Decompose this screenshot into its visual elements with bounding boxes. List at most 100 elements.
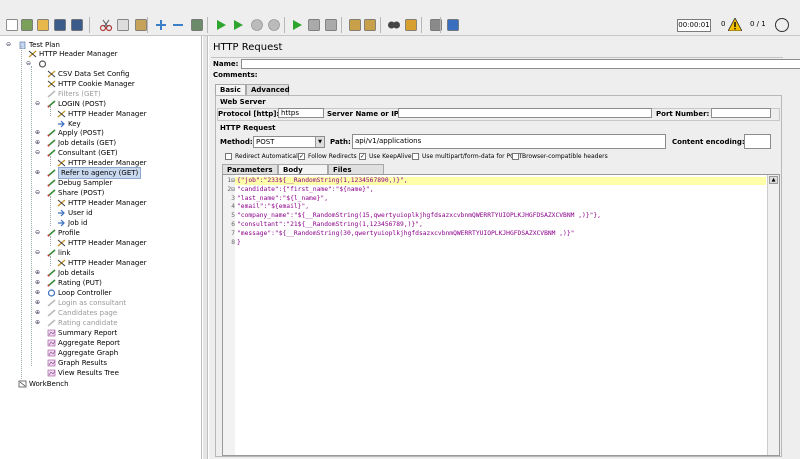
clear-icon[interactable] — [348, 18, 362, 32]
tree-node-label: Consultant (GET) — [58, 149, 118, 157]
start-icon[interactable] — [214, 18, 228, 32]
tree-node-label: HTTP Header Manager — [68, 239, 147, 247]
copy-icon[interactable] — [116, 18, 130, 32]
pencil-dis-icon — [47, 319, 56, 327]
collapse-toggle-icon[interactable]: ⊖ — [6, 40, 11, 50]
expand-toggle-icon[interactable]: ⊕ — [35, 138, 40, 148]
web-server-title: Web Server — [220, 98, 266, 106]
pencil-icon — [47, 279, 56, 287]
code-line[interactable]: } — [237, 239, 241, 247]
stop-icon[interactable] — [250, 18, 264, 32]
expand-toggle-icon[interactable]: ⊕ — [35, 278, 40, 288]
start-no-pause-icon[interactable] — [231, 18, 245, 32]
expand-toggle-icon[interactable]: ⊕ — [35, 168, 40, 178]
toolbar-separator — [421, 17, 422, 33]
remote-start-icon[interactable] — [290, 18, 304, 32]
save-as-icon[interactable] — [70, 18, 84, 32]
pencil-icon — [47, 169, 56, 177]
elapsed-timer: 00:00:01 — [677, 19, 711, 32]
collapse-toggle-icon[interactable]: ⊖ — [35, 148, 40, 158]
collapse-icon[interactable] — [171, 18, 185, 32]
collapse-toggle-icon[interactable]: ⊖ — [35, 228, 40, 238]
name-field[interactable] — [241, 59, 800, 69]
expand-icon[interactable] — [154, 18, 168, 32]
new-icon[interactable] — [5, 18, 19, 32]
tree-guide-line — [50, 196, 51, 226]
expand-toggle-icon[interactable]: ⊕ — [35, 128, 40, 138]
help-icon[interactable] — [446, 18, 460, 32]
toolbar-separator — [207, 17, 208, 33]
warning-icon[interactable] — [728, 18, 742, 31]
code-line[interactable]: {"job":"233${__RandomString(1,1234567890… — [237, 177, 408, 185]
divider — [211, 57, 783, 58]
line-number: 4 — [231, 203, 235, 211]
extract-icon — [58, 219, 65, 227]
scroll-up-icon[interactable]: ▲ — [769, 176, 778, 184]
collapse-toggle-icon[interactable]: ⊖ — [35, 248, 40, 258]
server-label: Server Name or IP: — [327, 110, 402, 118]
tree-guide-line — [21, 46, 22, 379]
checkbox-label: Redirect Automatically — [235, 153, 303, 160]
remote-shutdown-icon[interactable] — [324, 18, 338, 32]
method-value: POST — [256, 138, 275, 146]
tree-guide-line — [50, 236, 51, 246]
tree-node-label: WorkBench — [29, 380, 69, 388]
code-line[interactable]: "candidate":{"first_name":"${name}", — [237, 186, 373, 194]
encoding-field[interactable] — [744, 134, 771, 149]
cut-icon[interactable] — [99, 18, 113, 32]
checkbox-box[interactable] — [512, 153, 519, 160]
tree-node-label: Candidates page — [58, 309, 118, 317]
code-line[interactable]: "last_name":"${l_name}", — [237, 195, 328, 203]
templates-icon[interactable] — [20, 18, 34, 32]
collapse-toggle-icon[interactable]: ⊖ — [35, 188, 40, 198]
splitter[interactable] — [203, 36, 208, 459]
toolbar-separator — [341, 17, 342, 33]
checkbox-label: Browser-compatible headers — [522, 153, 608, 160]
expand-toggle-icon[interactable]: ⊕ — [35, 298, 40, 308]
search-icon[interactable] — [387, 18, 401, 32]
pencil-icon — [47, 139, 56, 147]
open-icon[interactable] — [36, 18, 50, 32]
vertical-scrollbar[interactable]: ▲ — [767, 175, 779, 455]
code-line[interactable]: "email":"${email}", — [237, 203, 309, 211]
method-select[interactable]: POST ▼ — [253, 136, 325, 148]
code-line[interactable]: "consultant":"21${__RandomString(1,12345… — [237, 221, 423, 229]
expand-toggle-icon[interactable]: ⊕ — [35, 308, 40, 318]
checkbox-box[interactable]: ✓ — [359, 153, 366, 160]
wrench-icon — [57, 259, 66, 267]
tree-guide-line — [50, 106, 51, 116]
page-title: HTTP Request — [213, 42, 283, 53]
tree-node-label: link — [58, 249, 71, 257]
wrench-icon — [57, 239, 66, 247]
collapse-toggle-icon[interactable]: ⊖ — [35, 99, 40, 109]
checkbox-box[interactable] — [225, 153, 232, 160]
protocol-field[interactable]: https — [278, 108, 324, 118]
port-field[interactable] — [711, 108, 771, 118]
shutdown-icon[interactable] — [267, 18, 281, 32]
code-line[interactable]: "company_name":"${__RandomString(15,qwer… — [237, 212, 601, 220]
body-data-editor[interactable]: ▲ 1⊟ {"job":"233${__RandomString(1,123456… — [222, 174, 780, 456]
remote-stop-icon[interactable] — [307, 18, 321, 32]
expand-toggle-icon[interactable]: ⊕ — [35, 318, 40, 328]
expand-toggle-icon[interactable]: ⊕ — [35, 288, 40, 298]
reset-search-icon[interactable] — [404, 18, 418, 32]
pencil-dis-icon — [47, 299, 56, 307]
expand-toggle-icon[interactable]: ⊕ — [35, 268, 40, 278]
code-line[interactable]: "message":"${__RandomString(30,qwertyuio… — [237, 230, 574, 238]
wrench-icon — [57, 199, 66, 207]
server-field[interactable] — [398, 108, 652, 118]
chevron-down-icon[interactable]: ▼ — [315, 137, 324, 147]
checkbox-box[interactable] — [412, 153, 419, 160]
save-icon[interactable] — [53, 18, 67, 32]
toggle-icon[interactable] — [190, 18, 204, 32]
path-field[interactable]: api/v1/applications — [352, 134, 666, 149]
tab-basic[interactable]: Basic — [215, 84, 246, 95]
method-label: Method: — [220, 138, 253, 146]
clear-all-icon[interactable] — [363, 18, 377, 32]
listener-icon — [47, 329, 56, 337]
help-icon[interactable] — [775, 18, 789, 32]
paste-icon[interactable] — [134, 18, 148, 32]
warning-count: 0 — [721, 20, 726, 28]
checkbox-box[interactable]: ✓ — [298, 153, 305, 160]
tab-advanced[interactable]: Advanced — [246, 84, 290, 95]
